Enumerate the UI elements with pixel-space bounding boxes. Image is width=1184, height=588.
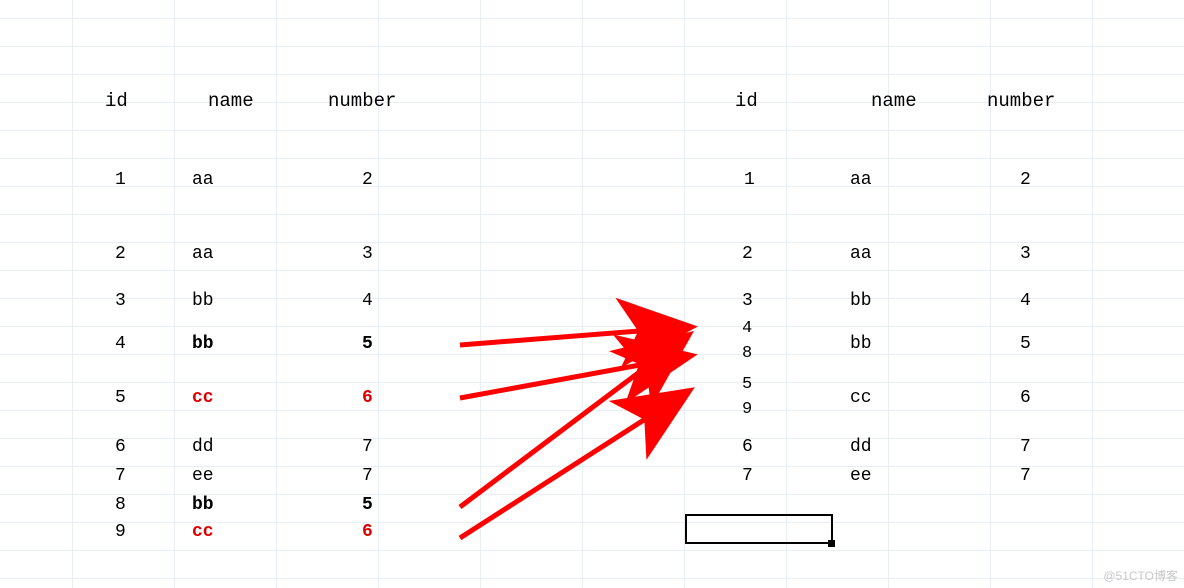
right-row-name: dd xyxy=(850,437,872,457)
left-header-name: name xyxy=(208,90,254,112)
active-cell-selection[interactable] xyxy=(685,514,833,544)
left-row-id: 6 xyxy=(115,437,126,457)
left-row-number: 2 xyxy=(362,170,373,190)
left-row-id: 7 xyxy=(115,466,126,486)
right-row-name: bb xyxy=(850,291,872,311)
right-row-id-a: 5 xyxy=(742,375,752,394)
right-row-number: 4 xyxy=(1020,291,1031,311)
left-row-id: 1 xyxy=(115,170,126,190)
left-row-number: 7 xyxy=(362,466,373,486)
left-row-id: 4 xyxy=(115,334,126,354)
left-header-id: id xyxy=(105,90,128,112)
right-row-number: 6 xyxy=(1020,388,1031,408)
right-row-number: 3 xyxy=(1020,244,1031,264)
left-row-name: bb xyxy=(192,334,214,354)
left-row-id: 8 xyxy=(115,495,126,515)
left-row-number: 3 xyxy=(362,244,373,264)
left-row-name: ee xyxy=(192,466,214,486)
right-row-id: 2 xyxy=(742,244,753,264)
left-header-number: number xyxy=(328,90,396,112)
left-row-number: 7 xyxy=(362,437,373,457)
right-header-id: id xyxy=(735,90,758,112)
right-row-name: ee xyxy=(850,466,872,486)
selection-fill-handle[interactable] xyxy=(828,540,835,547)
left-row-id: 5 xyxy=(115,388,126,408)
left-row-name: cc xyxy=(192,388,214,408)
left-row-number: 5 xyxy=(362,495,373,515)
left-row-name: aa xyxy=(192,244,214,264)
left-row-id: 2 xyxy=(115,244,126,264)
right-row-name: aa xyxy=(850,244,872,264)
spreadsheet-grid xyxy=(0,0,1184,588)
right-row-id-a: 4 xyxy=(742,319,752,338)
right-header-name: name xyxy=(871,90,917,112)
right-row-name: bb xyxy=(850,334,872,354)
right-row-number: 7 xyxy=(1020,437,1031,457)
right-header-number: number xyxy=(987,90,1055,112)
right-row-id-b: 9 xyxy=(742,400,752,419)
left-row-number: 5 xyxy=(362,334,373,354)
right-row-id: 6 xyxy=(742,437,753,457)
left-row-id: 3 xyxy=(115,291,126,311)
watermark-text: @51CTO博客 xyxy=(1103,567,1178,584)
right-row-id: 3 xyxy=(742,291,753,311)
left-row-name: bb xyxy=(192,495,214,515)
right-row-name: aa xyxy=(850,170,872,190)
left-row-name: cc xyxy=(192,522,214,542)
left-row-number: 4 xyxy=(362,291,373,311)
right-row-id: 1 xyxy=(744,170,755,190)
left-row-name: aa xyxy=(192,170,214,190)
right-row-name: cc xyxy=(850,388,872,408)
left-row-number: 6 xyxy=(362,522,373,542)
left-row-name: bb xyxy=(192,291,214,311)
right-row-id: 7 xyxy=(742,466,753,486)
right-row-number: 7 xyxy=(1020,466,1031,486)
right-row-number: 2 xyxy=(1020,170,1031,190)
left-row-name: dd xyxy=(192,437,214,457)
right-row-number: 5 xyxy=(1020,334,1031,354)
right-row-id-b: 8 xyxy=(742,344,752,363)
left-row-number: 6 xyxy=(362,388,373,408)
left-row-id: 9 xyxy=(115,522,126,542)
